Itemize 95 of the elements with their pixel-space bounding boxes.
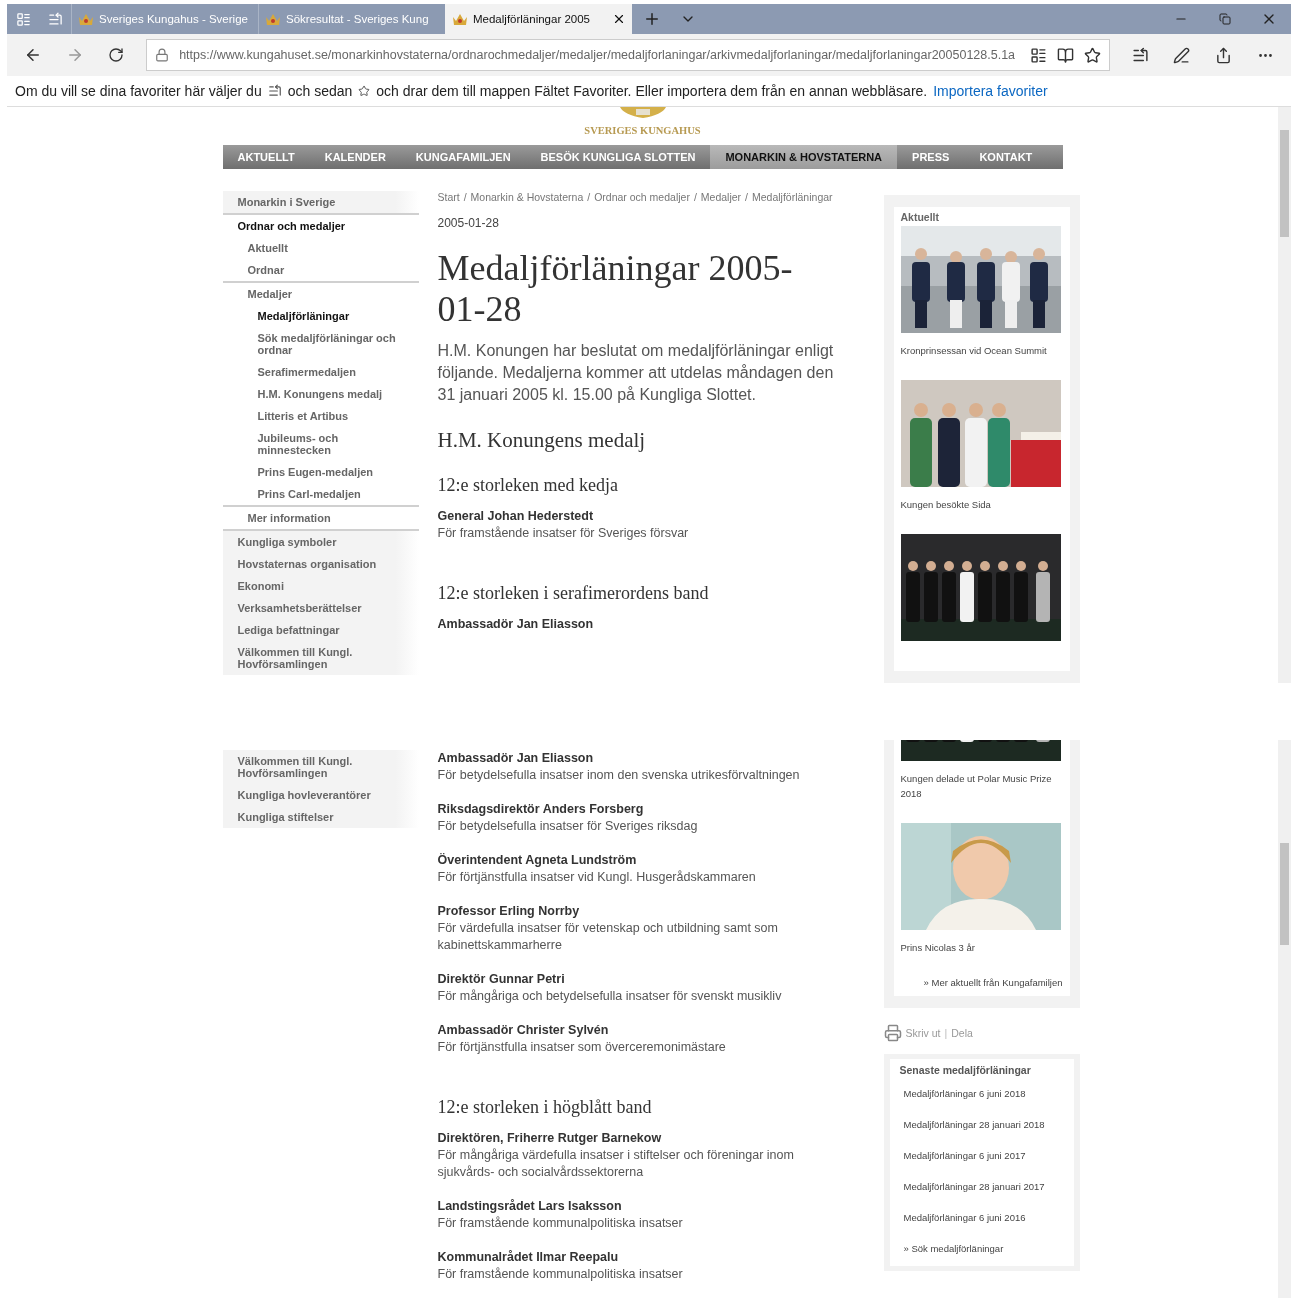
sidebar-link[interactable]: Medaljförläningar <box>222 305 419 327</box>
sidebar-link[interactable]: Mer information <box>222 507 419 529</box>
recipient-name: Överintendent Agneta Lundström <box>437 852 638 869</box>
sidebar-link[interactable]: Medaljer <box>222 283 419 305</box>
favorites-hint: Om du vill se dina favoriter här väljer du <box>15 83 262 99</box>
address-field[interactable]: https://www.kungahuset.se/monarkinhovstaterna/ordnarochmedaljer/medaljer/medaljforlaningar/arkivmedaljforlaningar/medaljforlaningar20050128.5.1a <box>146 39 1111 71</box>
crown-icon <box>265 12 281 26</box>
sidebar-link[interactable]: Jubileums- och minnestecken <box>222 427 419 461</box>
nav-link[interactable]: KUNGAFAMILJEN <box>400 145 526 169</box>
latest-link[interactable]: Medaljförläningar 6 juni 2017 <box>903 1150 1060 1161</box>
nav-link[interactable]: KALENDER <box>309 145 401 169</box>
recipient-reason: För mångåriga värdefulla insatser i stiftelser och föreningar inom sjukvårds- och socialvårdssektorerna <box>437 1147 795 1181</box>
latest-title: Senaste medaljförläningar <box>899 1064 1032 1076</box>
recipient-name: Ambassadör Christer Sylvén <box>437 1022 610 1039</box>
sidebar-link[interactable]: Sök medaljförläningar och ordnar <box>222 327 419 361</box>
import-favorites-link[interactable]: Importera favoriter <box>933 83 1048 99</box>
printer-icon[interactable] <box>883 1024 902 1042</box>
sidebar-link[interactable]: H.M. Konungens medalj <box>222 383 419 405</box>
tool-separator: | <box>944 1027 948 1039</box>
search-awards-link[interactable]: » Sök medaljförläningar <box>903 1243 1060 1254</box>
recipient-reason: För framstående kommunalpolitiska insatser <box>437 1215 684 1232</box>
favorites-list-icon <box>267 84 282 98</box>
recipient-reason: För värdefulla insatser för vetenskap och utbildning samt som kabinettskammarherre <box>437 920 779 954</box>
recipient-name: Landstingsrådet Lars Isaksson <box>437 1198 623 1215</box>
lock-icon <box>155 48 170 62</box>
scrollbar-thumb[interactable] <box>1280 130 1289 237</box>
latest-link[interactable]: Medaljförläningar 28 januari 2018 <box>903 1119 1060 1130</box>
breadcrumb-separator: / <box>745 191 748 203</box>
nav-link[interactable]: PRESS <box>897 145 965 169</box>
breadcrumb-link[interactable]: Medaljer <box>700 191 742 203</box>
subsection-heading: 12:e storleken i högblått band <box>437 1097 653 1118</box>
recipient-name: Ambassadör Jan Eliasson <box>437 616 595 633</box>
crest-icon <box>617 107 668 119</box>
print-link[interactable]: Skriv ut <box>905 1027 941 1039</box>
book-icon[interactable] <box>1057 46 1075 64</box>
recipient-name: Professor Erling Norrby <box>437 903 581 920</box>
breadcrumb-link[interactable]: Medaljförläningar <box>752 191 833 203</box>
latest-link[interactable]: Medaljförläningar 6 juni 2018 <box>903 1088 1060 1099</box>
scrollbar-thumb[interactable] <box>1280 843 1289 945</box>
sidebar-link[interactable]: Serafimermedaljen <box>222 361 419 383</box>
star-icon <box>358 85 371 97</box>
sidebar-link[interactable]: Litteris et Artibus <box>222 405 419 427</box>
scrollbar[interactable] <box>1278 107 1291 683</box>
news-caption[interactable]: Kungen besökte Sida <box>900 497 1063 512</box>
publish-date: 2005-01-28 <box>437 216 500 230</box>
recipient-reason: För betydelsefulla insatser inom den svenska utrikesförvaltningen <box>437 767 801 784</box>
nav-link[interactable]: MONARKIN & HOVSTATERNA <box>710 145 898 169</box>
recipient-reason: För betydelsefulla insatser för Sveriges riksdag <box>437 818 699 835</box>
favorites-hint: och sedan <box>287 83 353 99</box>
breadcrumb-link[interactable]: Monarkin & Hovstaterna <box>470 191 584 203</box>
nav-link[interactable]: AKTUELLT <box>222 145 310 169</box>
news-caption[interactable]: Prins Nicolas 3 år <box>900 940 1063 955</box>
browser-tab[interactable]: Medaljförläningar 2005 <box>445 4 632 34</box>
news-caption[interactable]: Kronprinsessan vid Ocean Summit <box>900 343 1063 358</box>
crown-icon <box>78 12 94 26</box>
scrollbar[interactable] <box>1278 740 1291 1298</box>
recipient-name: General Johan Hederstedt <box>437 508 595 525</box>
sidebar-link[interactable]: Prins Carl-medaljen <box>222 483 419 505</box>
news-caption[interactable]: Kungen delade ut Polar Music Prize 2018 <box>900 771 1063 801</box>
breadcrumb-separator: / <box>587 191 591 203</box>
recipient-reason: För förtjänstfulla insatser vid Kungl. Husgerådskammaren <box>437 869 757 886</box>
nav-link[interactable]: KONTAKT <box>964 145 1048 169</box>
latest-link[interactable]: Medaljförläningar 6 juni 2016 <box>903 1212 1060 1223</box>
recipient-reason: För framstående kommunalpolitiska insatser <box>437 1266 684 1283</box>
latest-link[interactable]: Medaljförläningar 28 januari 2017 <box>903 1181 1060 1192</box>
sidebar-link[interactable]: Ordnar <box>222 259 419 281</box>
crown-icon <box>452 12 468 26</box>
favorites-hint: och drar dem till mappen Fältet Favoriter. Eller importera dem från en annan webbläsare. <box>376 83 928 99</box>
breadcrumb-link[interactable]: Ordnar och medaljer <box>594 191 690 203</box>
subsection-heading: 12:e storleken i serafimerordens band <box>437 583 710 604</box>
share-link[interactable]: Dela <box>951 1027 973 1039</box>
recipient-name: Kommunalrådet Ilmar Reepalu <box>437 1249 620 1266</box>
star-icon[interactable] <box>1084 46 1102 64</box>
sidebar-link[interactable]: Ordnar och medaljer <box>222 215 419 237</box>
recipient-name: Direktör Gunnar Petri <box>437 971 566 988</box>
sidebar-link[interactable]: Prins Eugen-medaljen <box>222 461 419 483</box>
reading-list-icon[interactable] <box>1030 46 1048 64</box>
breadcrumb-separator: / <box>693 191 697 203</box>
breadcrumb-separator: / <box>463 191 467 203</box>
section-heading: H.M. Konungens medalj <box>437 428 647 453</box>
subsection-heading: 12:e storleken med kedja <box>437 475 619 496</box>
recipient-reason: För framstående insatser för Sveriges försvar <box>437 525 690 542</box>
news-title: Aktuellt <box>900 211 940 223</box>
intro-text: H.M. Konungen har beslutat om medaljförläningar enligt följande. Medaljerna kommer att utdelas måndagen den 31 januari 2005 kl. 15.00 på Kungliga Slottet. <box>437 341 835 405</box>
recipient-name: Ambassadör Jan Eliasson <box>437 750 595 767</box>
recipient-reason: För förtjänstfulla insatser som överceremonimästare <box>437 1039 727 1056</box>
breadcrumb-link[interactable]: Start <box>437 191 460 203</box>
close-tab-icon[interactable] <box>612 12 626 26</box>
recipient-name: Riksdagsdirektör Anders Forsberg <box>437 801 645 818</box>
recipient-name: Direktören, Friherre Rutger Barnekow <box>437 1130 663 1147</box>
sidebar-link[interactable]: Aktuellt <box>222 237 419 259</box>
nav-link[interactable]: BESÖK KUNGLIGA SLOTTEN <box>525 145 711 169</box>
page-title: Medaljförläningar 2005-01-28 <box>437 248 794 330</box>
recipient-reason: För mångåriga och betydelsefulla insatser för svenskt musikliv <box>437 988 783 1005</box>
more-news-link[interactable]: » Mer aktuellt från Kungafamiljen <box>900 977 1063 988</box>
